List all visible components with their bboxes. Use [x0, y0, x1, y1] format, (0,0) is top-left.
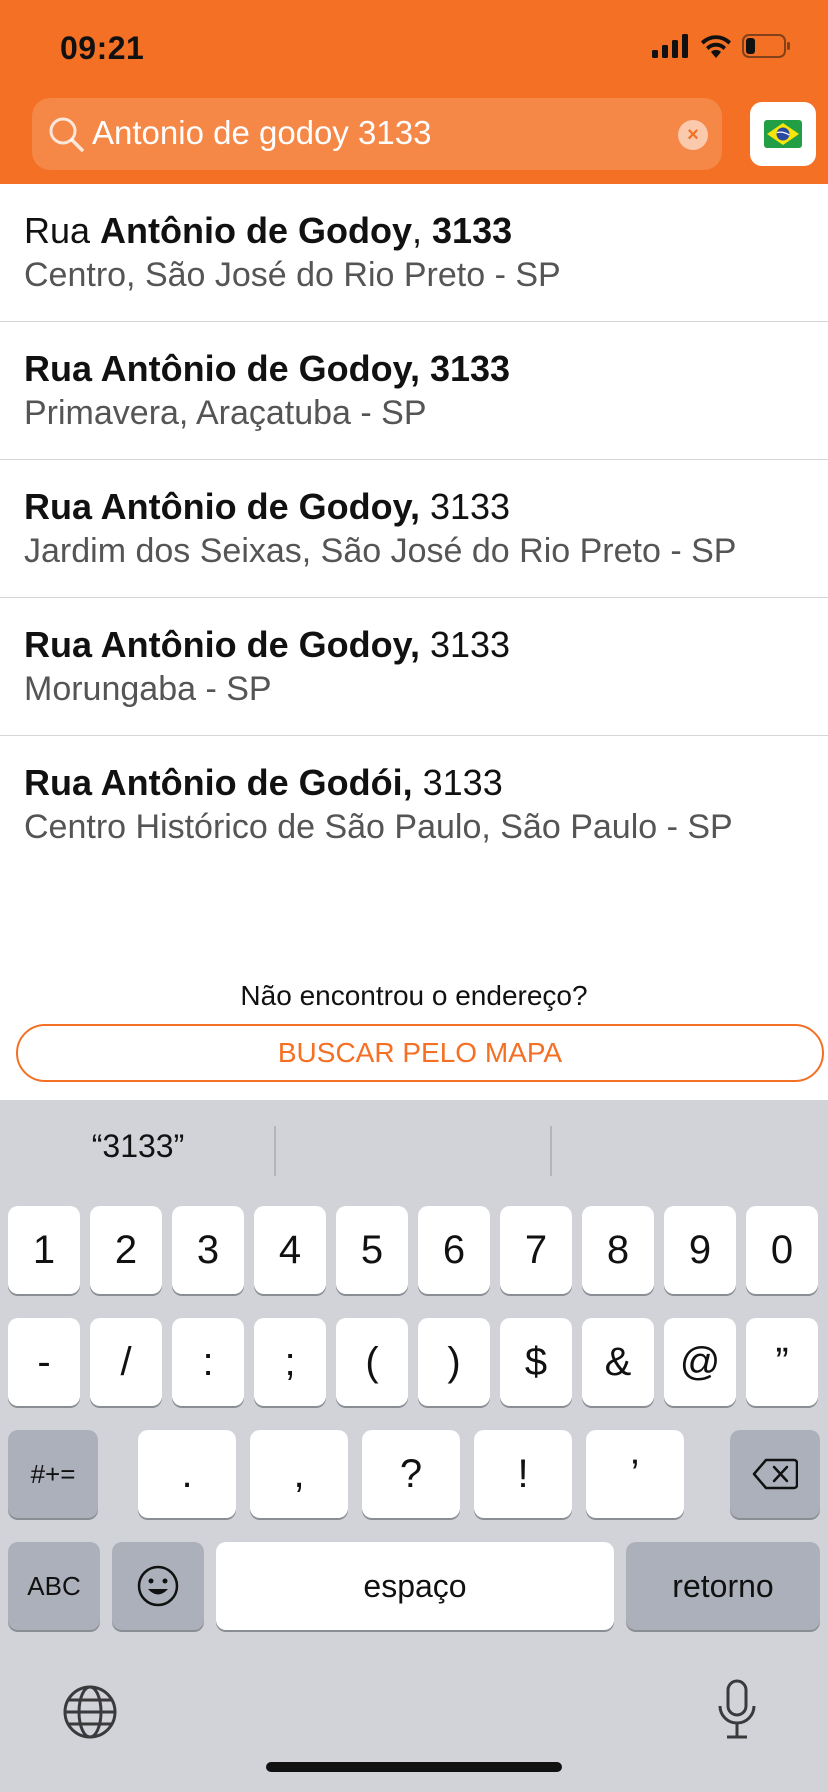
symbols-toggle-key[interactable]: #+= — [8, 1430, 98, 1518]
key-7[interactable]: 7 — [500, 1206, 572, 1294]
space-key[interactable]: espaço — [216, 1542, 614, 1630]
search-by-map-button[interactable]: BUSCAR PELO MAPA — [16, 1024, 824, 1082]
key-0[interactable]: 0 — [746, 1206, 818, 1294]
emoji-key[interactable] — [112, 1542, 204, 1630]
signal-icon — [652, 34, 688, 58]
battery-icon — [742, 34, 790, 58]
result-detail: Centro Histórico de São Paulo, São Paulo… — [24, 808, 733, 846]
status-icons — [652, 34, 792, 58]
suggestion-divider — [550, 1126, 552, 1176]
key-9[interactable]: 9 — [664, 1206, 736, 1294]
clear-icon[interactable]: × — [678, 120, 708, 150]
key-dollar[interactable]: $ — [500, 1318, 572, 1406]
key-3[interactable]: 3 — [172, 1206, 244, 1294]
suggestion-bar: “3133” — [0, 1100, 828, 1200]
result-street: Rua Antônio de Godoy, 3133 — [24, 348, 511, 389]
key-4[interactable]: 4 — [254, 1206, 326, 1294]
key-2[interactable]: 2 — [90, 1206, 162, 1294]
result-item[interactable]: Rua Antônio de Godoy, 3133 Primavera, Ar… — [0, 322, 828, 460]
key-5[interactable]: 5 — [336, 1206, 408, 1294]
backspace-icon — [752, 1458, 798, 1490]
key-8[interactable]: 8 — [582, 1206, 654, 1294]
key-hyphen[interactable]: - — [8, 1318, 80, 1406]
emoji-icon — [137, 1565, 179, 1607]
microphone-icon[interactable] — [714, 1678, 760, 1742]
brazil-flag-icon — [764, 120, 802, 148]
search-input[interactable]: Antonio de godoy 3133 — [92, 114, 431, 152]
key-1[interactable]: 1 — [8, 1206, 80, 1294]
key-slash[interactable]: / — [90, 1318, 162, 1406]
home-indicator — [266, 1762, 562, 1772]
result-detail: Jardim dos Seixas, São José do Rio Preto… — [24, 532, 737, 570]
result-street: Rua Antônio de Godói, 3133 — [24, 762, 503, 803]
result-street: Rua Antônio de Godoy, 3133 — [24, 624, 511, 665]
result-street: Rua Antônio de Godoy, 3133 — [24, 486, 511, 527]
status-time: 09:21 — [60, 30, 145, 66]
key-apostrophe[interactable]: ’ — [586, 1430, 684, 1518]
key-6[interactable]: 6 — [418, 1206, 490, 1294]
result-item[interactable]: Rua Antônio de Godoy, 3133 Jardim dos Se… — [0, 460, 828, 598]
key-comma[interactable]: , — [250, 1430, 348, 1518]
key-close-paren[interactable]: ) — [418, 1318, 490, 1406]
key-quote[interactable]: ” — [746, 1318, 818, 1406]
suggestion-divider — [274, 1126, 276, 1176]
search-field[interactable]: Antonio de godoy 3133 × — [32, 98, 722, 170]
country-selector-button[interactable] — [750, 102, 816, 166]
wifi-icon — [701, 35, 731, 58]
return-key[interactable]: retorno — [626, 1542, 820, 1630]
key-open-paren[interactable]: ( — [336, 1318, 408, 1406]
globe-icon[interactable] — [62, 1684, 118, 1740]
header: 09:21 Antonio de godoy 3133 × — [0, 0, 828, 184]
result-item[interactable]: Rua Antônio de Godoy, 3133 Centro, São J… — [0, 184, 828, 322]
result-detail: Primavera, Araçatuba - SP — [24, 394, 427, 432]
key-period[interactable]: . — [138, 1430, 236, 1518]
results-list: Rua Antônio de Godoy, 3133 Centro, São J… — [0, 184, 828, 874]
result-street: Rua Antônio de Godoy, 3133 — [24, 210, 513, 251]
key-question[interactable]: ? — [362, 1430, 460, 1518]
key-semicolon[interactable]: ; — [254, 1318, 326, 1406]
result-detail: Centro, São José do Rio Preto - SP — [24, 256, 561, 294]
key-exclamation[interactable]: ! — [474, 1430, 572, 1518]
keyboard: “3133” 1 2 3 4 5 6 7 8 9 0 - / : ; ( ) $… — [0, 1100, 828, 1792]
backspace-key[interactable] — [730, 1430, 820, 1518]
abc-key[interactable]: ABC — [8, 1542, 100, 1630]
result-detail: Morungaba - SP — [24, 670, 272, 708]
key-colon[interactable]: : — [172, 1318, 244, 1406]
key-at[interactable]: @ — [664, 1318, 736, 1406]
search-icon — [49, 117, 84, 152]
key-ampersand[interactable]: & — [582, 1318, 654, 1406]
suggestion-item[interactable]: “3133” — [0, 1128, 276, 1165]
result-item[interactable]: Rua Antônio de Godói, 3133 Centro Histór… — [0, 736, 828, 874]
result-item[interactable]: Rua Antônio de Godoy, 3133 Morungaba - S… — [0, 598, 828, 736]
not-found-text: Não encontrou o endereço? — [240, 980, 588, 1011]
